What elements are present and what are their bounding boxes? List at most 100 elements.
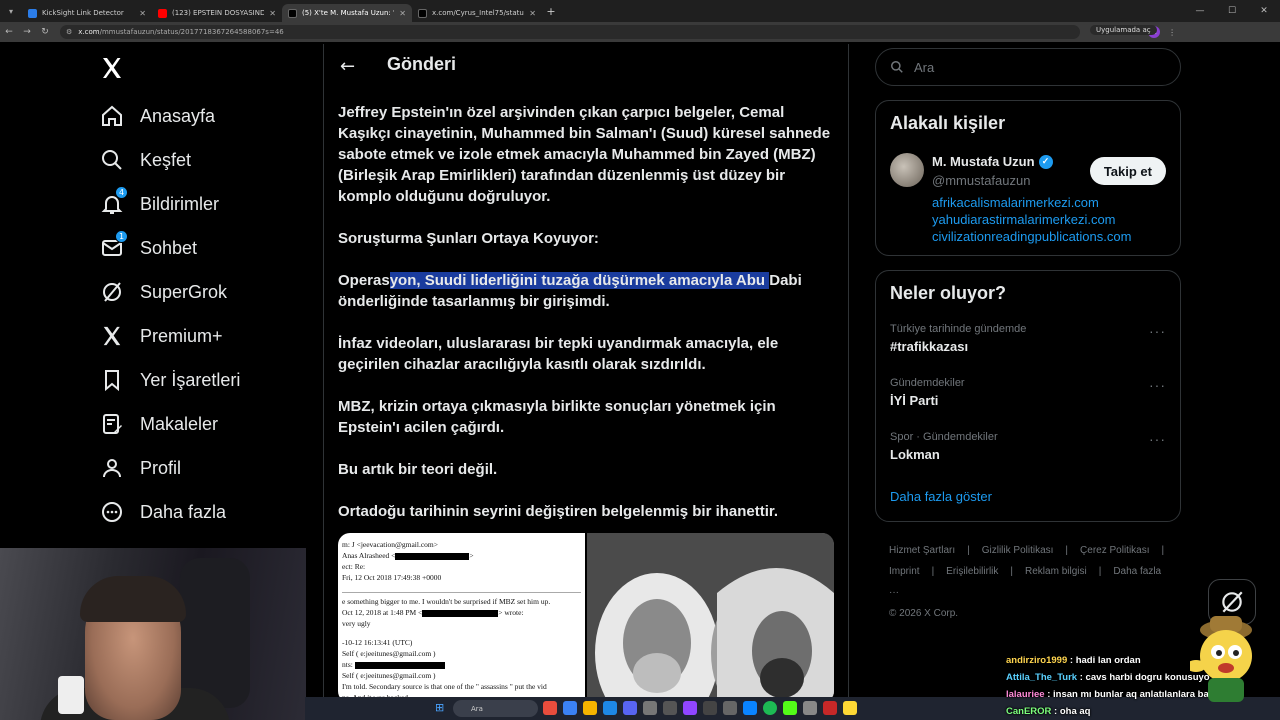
- taskbar-app-icon[interactable]: [623, 701, 637, 715]
- post-media[interactable]: m: J <jeevacation@gmail.com> Anas Alrash…: [338, 533, 834, 703]
- open-in-app-chip[interactable]: Uygulamada aç: [1090, 25, 1157, 35]
- search-input[interactable]: Ara: [875, 48, 1181, 86]
- taskbar-app-icon[interactable]: [723, 701, 737, 715]
- gaming-chair: [180, 558, 250, 708]
- nav-item-chat[interactable]: 1 Sohbet: [100, 230, 197, 263]
- window-controls: — ☐ ✕: [1184, 0, 1280, 22]
- trends-card: Neler oluyor? Türkiye tarihinde gündemde…: [875, 270, 1181, 522]
- doc-line: Fri, 12 Oct 2018 17:49:38 +0000: [342, 573, 442, 582]
- forward-nav-icon[interactable]: →: [18, 27, 36, 37]
- footer-separator: |: [1098, 566, 1102, 577]
- tab-title: KickSight Link Detector: [42, 9, 124, 17]
- nav-item-profile[interactable]: Profil: [100, 453, 181, 483]
- profile-link[interactable]: civilizationreadingpublications.com: [932, 229, 1131, 244]
- chat-message: CanEROR : oha aq: [1006, 706, 1091, 717]
- nav-item-supergrok[interactable]: SuperGrok: [100, 277, 227, 307]
- document-image[interactable]: m: J <jeevacation@gmail.com> Anas Alrash…: [338, 533, 585, 703]
- chat-user: lalauriee: [1006, 689, 1045, 700]
- url-host: x.com: [78, 28, 100, 36]
- taskbar-app-icon[interactable]: [643, 701, 657, 715]
- taskbar-app-icon[interactable]: [603, 701, 617, 715]
- follow-button[interactable]: Takip et: [1089, 157, 1166, 185]
- footer-link[interactable]: Imprint: [889, 566, 920, 577]
- profile-link[interactable]: yahudiarastirmalarimerkezi.com: [932, 212, 1116, 227]
- taskbar-app-icon[interactable]: [683, 701, 697, 715]
- footer-link[interactable]: Erişilebilirlik: [946, 566, 998, 577]
- avatar[interactable]: [890, 153, 924, 187]
- back-nav-icon[interactable]: ←: [0, 27, 18, 37]
- tab-favicon-icon: [28, 8, 37, 18]
- taskbar-app-icon[interactable]: [783, 701, 797, 715]
- footer-link[interactable]: Çerez Politikası: [1080, 545, 1149, 556]
- tab-close-icon[interactable]: ✕: [529, 9, 536, 18]
- maximize-icon[interactable]: ☐: [1216, 6, 1248, 16]
- taskbar-app-icon[interactable]: [703, 701, 717, 715]
- photo-image[interactable]: [587, 533, 834, 703]
- nav-item-articles[interactable]: Makaleler: [100, 409, 218, 439]
- windows-start-icon[interactable]: ⊞: [435, 701, 444, 714]
- tab-close-icon[interactable]: ✕: [269, 9, 276, 18]
- site-info-icon[interactable]: ⚙: [66, 28, 72, 36]
- taskbar-app-icon[interactable]: [543, 701, 557, 715]
- trend-item[interactable]: Gündemdekiler İYİ Parti: [890, 377, 965, 408]
- footer-links: Hizmet Şartları | Gizlilik Politikası | Çere…: [889, 540, 1179, 624]
- trend-item[interactable]: Spor · Gündemdekiler Lokman: [890, 431, 998, 462]
- tab-favicon-icon: [158, 8, 167, 18]
- close-window-icon[interactable]: ✕: [1248, 6, 1280, 16]
- taskbar-app-icon[interactable]: [823, 701, 837, 715]
- taskbar-app-icon[interactable]: [803, 701, 817, 715]
- browser-tab[interactable]: (123) EPSTEIN DOSYASINDA TÜ ✕: [152, 4, 282, 22]
- show-more-link[interactable]: Daha fazla göster: [890, 489, 992, 504]
- browser-toolbar: ← → ↻ ⚙ x.com/mmustafauzun/status/201771…: [0, 22, 1280, 42]
- tab-close-icon[interactable]: ✕: [399, 9, 406, 18]
- trend-name: İYİ Parti: [890, 393, 939, 408]
- x-logo-icon[interactable]: [100, 56, 126, 80]
- taskbar-search[interactable]: Ara: [453, 700, 538, 717]
- reload-icon[interactable]: ↻: [36, 27, 54, 37]
- taskbar-app-icon[interactable]: [563, 701, 577, 715]
- footer-link[interactable]: Reklam bilgisi: [1025, 566, 1087, 577]
- spotify-icon[interactable]: [763, 701, 777, 715]
- more-options-icon[interactable]: ···: [1149, 323, 1166, 339]
- article-icon: [100, 412, 124, 436]
- tab-close-icon[interactable]: ✕: [139, 9, 146, 18]
- nav-item-notifications[interactable]: 4 Bildirimler: [100, 186, 219, 219]
- tab-title: (5) X'te M. Mustafa Uzun: "SON: [302, 9, 394, 17]
- profile-link[interactable]: afrikacalismalarimerkezi.com: [932, 195, 1099, 210]
- card-title: Alakalı kişiler: [890, 113, 1006, 133]
- tab-favicon-icon: [288, 8, 297, 18]
- nav-item-home[interactable]: Anasayfa: [100, 101, 215, 131]
- nav-item-premium[interactable]: Premium+: [100, 321, 223, 351]
- back-arrow-icon[interactable]: ←: [340, 56, 355, 77]
- more-icon: [100, 500, 124, 524]
- nav-item-bookmarks[interactable]: Yer İşaretleri: [100, 365, 240, 395]
- person-name[interactable]: M. Mustafa Uzun ✓: [932, 154, 1053, 169]
- more-options-icon[interactable]: ···: [1149, 431, 1166, 447]
- tab-search-icon[interactable]: ▾: [0, 0, 22, 22]
- person-handle[interactable]: @mmustafauzun: [932, 173, 1030, 188]
- trend-item[interactable]: Türkiye tarihinde gündemde #trafikkazası: [890, 323, 1026, 354]
- profile-icon: [100, 456, 124, 480]
- url-path: /mmustafauzun/status/2017718367264588067…: [99, 28, 284, 36]
- browser-tab-active[interactable]: (5) X'te M. Mustafa Uzun: "SON ✕: [282, 4, 412, 22]
- nav-label: Daha fazla: [140, 501, 227, 522]
- taskbar-app-icon[interactable]: [583, 701, 597, 715]
- taskbar-app-icon[interactable]: [843, 701, 857, 715]
- nav-item-explore[interactable]: Keşfet: [100, 145, 191, 175]
- doc-line: ect: Re:: [342, 562, 366, 571]
- minimize-icon[interactable]: —: [1184, 6, 1216, 16]
- mascot-sticker: [1186, 612, 1256, 702]
- footer-link[interactable]: Gizlilik Politikası: [982, 545, 1054, 556]
- nav-item-more[interactable]: Daha fazla: [100, 497, 226, 527]
- browser-menu-icon[interactable]: ⋮: [1168, 28, 1176, 37]
- new-tab-button[interactable]: +: [542, 5, 560, 18]
- more-options-icon[interactable]: ···: [1149, 377, 1166, 393]
- taskbar-app-icon[interactable]: [743, 701, 757, 715]
- footer-link[interactable]: Hizmet Şartları: [889, 545, 955, 556]
- footer-separator: |: [967, 545, 970, 556]
- address-bar[interactable]: ⚙ x.com/mmustafauzun/status/201771836726…: [60, 25, 1080, 39]
- browser-tab[interactable]: x.com/Cyrus_Intel75/status/20 ✕: [412, 4, 542, 22]
- browser-tab[interactable]: KickSight Link Detector ✕: [22, 4, 152, 22]
- nav-label: Keşfet: [140, 149, 192, 170]
- taskbar-app-icon[interactable]: [663, 701, 677, 715]
